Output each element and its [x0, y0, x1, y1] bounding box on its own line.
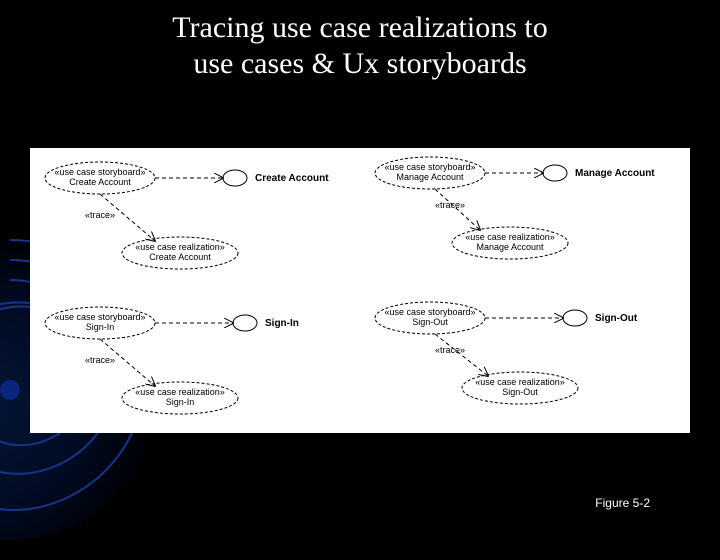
- storyboard-label: Manage Account: [396, 172, 464, 182]
- usecase-label: Sign-In: [265, 318, 299, 329]
- group-sign-in: «use case storyboard» Sign-In Sign-In «t…: [45, 307, 299, 414]
- usecase-connector-ellipse: [233, 315, 257, 331]
- storyboard-stereotype: «use case storyboard»: [54, 312, 145, 322]
- usecase-label: Sign-Out: [595, 313, 638, 324]
- trace-label: «trace»: [85, 355, 115, 365]
- usecase-connector-ellipse: [543, 165, 567, 181]
- group-create-account: «use case storyboard» Create Account Cre…: [45, 162, 329, 269]
- uml-diagram: «use case storyboard» Create Account Cre…: [30, 148, 690, 433]
- realization-stereotype: «use case realization»: [475, 377, 565, 387]
- realization-line: [435, 334, 488, 376]
- realization-stereotype: «use case realization»: [135, 387, 225, 397]
- storyboard-stereotype: «use case storyboard»: [384, 162, 475, 172]
- usecase-label: Create Account: [255, 173, 329, 184]
- title-line-2: use cases & Ux storyboards: [193, 47, 526, 80]
- figure-caption: Figure 5-2: [595, 496, 650, 510]
- usecase-connector-ellipse: [563, 310, 587, 326]
- group-sign-out: «use case storyboard» Sign-Out Sign-Out …: [375, 302, 638, 404]
- trace-label: «trace»: [435, 345, 465, 355]
- storyboard-stereotype: «use case storyboard»: [384, 307, 475, 317]
- storyboard-label: Sign-In: [86, 322, 115, 332]
- storyboard-label: Sign-Out: [412, 317, 448, 327]
- usecase-label: Manage Account: [575, 168, 655, 179]
- realization-label: Create Account: [149, 252, 211, 262]
- group-manage-account: «use case storyboard» Manage Account Man…: [375, 157, 655, 259]
- realization-stereotype: «use case realization»: [135, 242, 225, 252]
- trace-label: «trace»: [435, 200, 465, 210]
- realization-label: Manage Account: [476, 242, 544, 252]
- realization-label: Sign-In: [166, 397, 195, 407]
- realization-label: Sign-Out: [502, 387, 538, 397]
- storyboard-stereotype: «use case storyboard»: [54, 167, 145, 177]
- storyboard-label: Create Account: [69, 177, 131, 187]
- page-title: Tracing use case realizations to use cas…: [0, 0, 720, 82]
- realization-stereotype: «use case realization»: [465, 232, 555, 242]
- usecase-connector-ellipse: [223, 170, 247, 186]
- trace-label: «trace»: [85, 210, 115, 220]
- title-line-1: Tracing use case realizations to: [172, 11, 547, 44]
